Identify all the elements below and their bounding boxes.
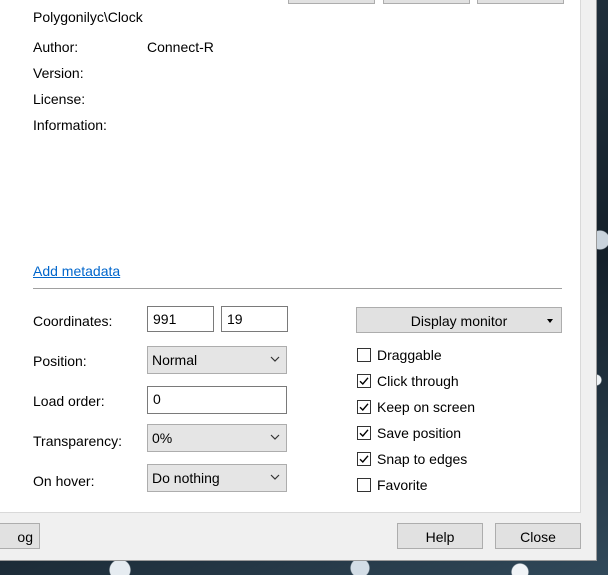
option-checkbox-click-through[interactable] xyxy=(357,374,371,388)
transparency-label: Transparency: xyxy=(33,433,122,449)
option-checkbox-keep-on-screen[interactable] xyxy=(357,400,371,414)
position-select-value: Normal xyxy=(152,352,198,368)
option-checkbox-snap-to-edges[interactable] xyxy=(357,452,371,466)
option-label: Click through xyxy=(377,373,459,389)
top-toolbar-button-1[interactable] xyxy=(288,0,375,4)
option-checkbox-favorite[interactable] xyxy=(357,478,371,492)
chevron-down-icon xyxy=(270,356,280,362)
log-button[interactable]: og xyxy=(0,523,40,549)
help-button-label: Help xyxy=(425,529,455,545)
position-label: Position: xyxy=(33,353,87,369)
log-button-label: og xyxy=(17,529,33,545)
section-divider xyxy=(33,288,562,289)
top-toolbar-button-2[interactable] xyxy=(383,0,470,4)
load-order-field[interactable]: 0 xyxy=(147,386,287,414)
transparency-select-value: 0% xyxy=(152,430,173,446)
option-label: Save position xyxy=(377,425,462,441)
license-label: License: xyxy=(33,91,86,107)
author-label: Author: xyxy=(33,39,79,55)
on-hover-label: On hover: xyxy=(33,473,95,489)
coordinate-x-field[interactable]: 991 xyxy=(147,306,214,332)
option-checkbox-save-position[interactable] xyxy=(357,426,371,440)
option-label: Snap to edges xyxy=(377,451,468,467)
information-label: Information: xyxy=(33,117,107,133)
author-value: Connect-R xyxy=(147,39,214,55)
coordinates-label: Coordinates: xyxy=(33,313,113,329)
option-checkbox-draggable[interactable] xyxy=(357,348,371,362)
load-order-label: Load order: xyxy=(33,393,105,409)
skin-path-title: Polygonilyc\Clock xyxy=(33,9,143,25)
close-button[interactable]: Close xyxy=(495,523,581,549)
help-button[interactable]: Help xyxy=(397,523,483,549)
display-monitor-label: Display monitor xyxy=(410,313,508,329)
top-toolbar-button-3[interactable] xyxy=(477,0,564,4)
on-hover-select[interactable]: Do nothing xyxy=(147,464,287,492)
version-label: Version: xyxy=(33,65,84,81)
on-hover-select-value: Do nothing xyxy=(152,470,220,486)
manage-skin-dialog: Polygonilyc\Clock Author: Connect-R Vers… xyxy=(0,0,597,561)
dropdown-arrow-icon xyxy=(547,319,553,323)
skin-info-panel: Polygonilyc\Clock Author: Connect-R Vers… xyxy=(0,0,581,513)
checkmark-icon xyxy=(359,377,369,386)
option-label: Draggable xyxy=(377,347,442,363)
display-monitor-button[interactable]: Display monitor xyxy=(356,307,562,333)
chevron-down-icon xyxy=(270,434,280,440)
checkmark-icon xyxy=(359,403,369,412)
checkmark-icon xyxy=(359,429,369,438)
option-label: Keep on screen xyxy=(377,399,476,415)
close-button-label: Close xyxy=(520,529,556,545)
chevron-down-icon xyxy=(270,474,280,480)
option-label: Favorite xyxy=(377,477,428,493)
add-metadata-link[interactable]: Add metadata xyxy=(33,263,120,279)
checkmark-icon xyxy=(359,455,369,464)
transparency-select[interactable]: 0% xyxy=(147,424,287,452)
position-select[interactable]: Normal xyxy=(147,346,287,374)
coordinate-y-field[interactable]: 19 xyxy=(221,306,288,332)
